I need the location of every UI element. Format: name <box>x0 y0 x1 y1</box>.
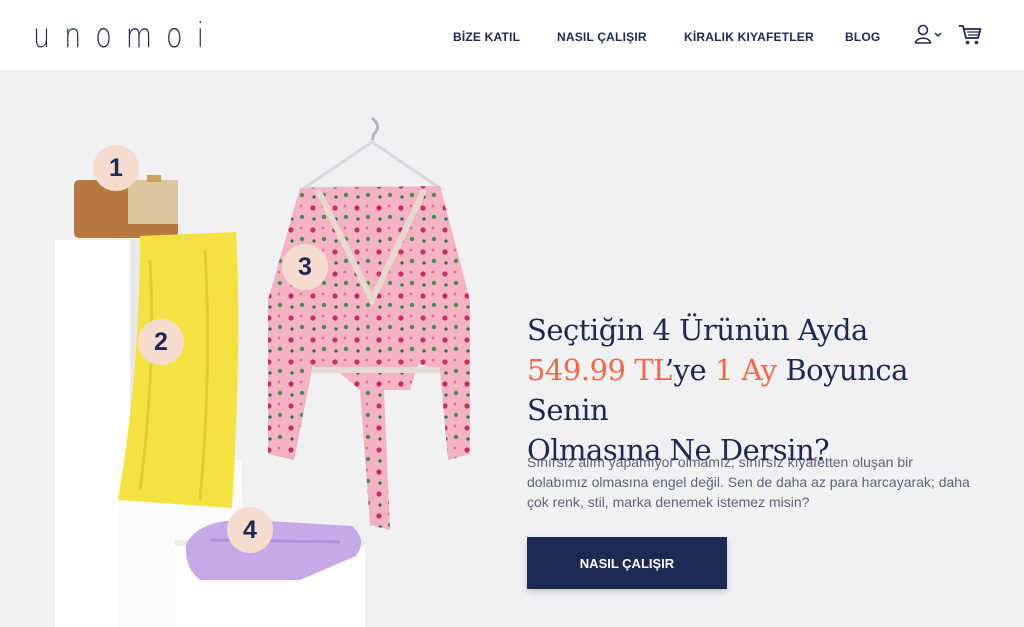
badge-1: 1 <box>93 145 139 191</box>
nav-rental-clothes[interactable]: KİRALIK KIYAFETLER <box>684 30 814 44</box>
nav-how-it-works[interactable]: NASIL ÇALIŞIR <box>557 30 647 44</box>
user-icon <box>914 24 942 44</box>
how-it-works-button[interactable]: NASIL ÇALIŞIR <box>527 537 727 589</box>
logo-text: unomoi <box>33 16 219 56</box>
site-header: unomoi BİZE KATIL NASIL ÇALIŞIR KİRALIK … <box>0 0 1024 70</box>
nav-blog[interactable]: BLOG <box>845 30 880 44</box>
badge-4: 4 <box>227 507 273 553</box>
headline-price: 549.99 TL <box>527 353 665 387</box>
nav-join[interactable]: BİZE KATIL <box>453 30 520 44</box>
cart-button[interactable] <box>958 24 982 46</box>
floral-blouse <box>268 186 470 530</box>
badge-3: 3 <box>282 244 328 290</box>
brand-logo[interactable]: unomoi <box>33 17 218 56</box>
cart-icon <box>959 25 982 45</box>
headline-duration: 1 Ay <box>714 353 777 387</box>
badge-2: 2 <box>138 319 184 365</box>
headline-mid: ’ye <box>664 353 715 387</box>
headline-line1: Seçtiğin 4 Ürünün Ayda <box>527 313 868 347</box>
hero-section: 1 2 3 4 Seçtiğin 4 Ürünün Ayda 549.99 TL… <box>0 70 1024 627</box>
hero-description: Sınırsız alım yapamıyor olmamız, sınırsı… <box>527 454 970 510</box>
user-menu-button[interactable] <box>914 24 944 46</box>
chevron-down-icon <box>934 32 942 38</box>
hero-headline: Seçtiğin 4 Ürünün Ayda 549.99 TL’ye 1 Ay… <box>527 310 997 470</box>
